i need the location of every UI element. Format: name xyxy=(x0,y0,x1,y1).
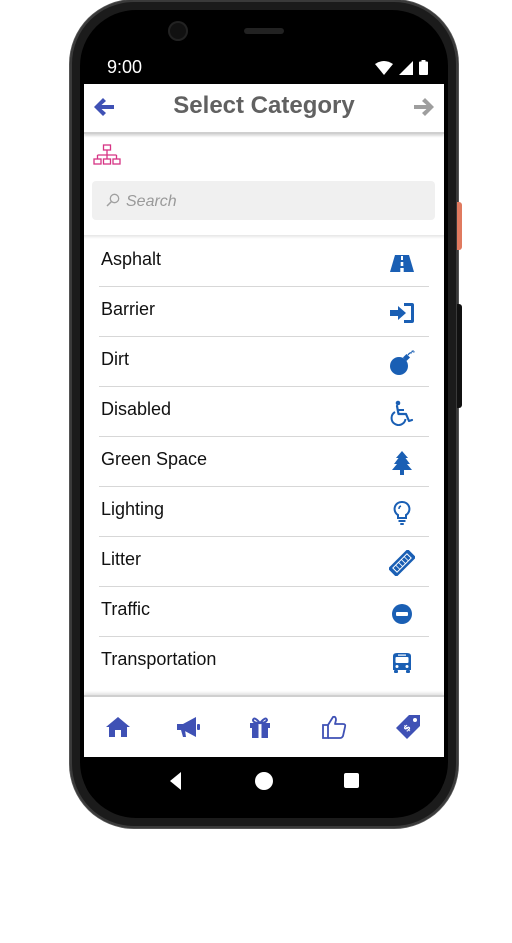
front-camera xyxy=(168,21,188,41)
status-time: 9:00 xyxy=(107,57,143,77)
bottom-tab-bar: $ xyxy=(84,695,444,759)
category-label: Transportation xyxy=(101,649,217,669)
wifi-icon xyxy=(375,60,393,75)
wheelchair-icon xyxy=(390,400,414,426)
category-label: Asphalt xyxy=(101,249,162,269)
road-icon xyxy=(390,255,414,272)
android-nav-bar xyxy=(84,757,444,806)
category-label: Disabled xyxy=(101,399,172,419)
ticket-icon xyxy=(389,550,415,576)
thumbs-up-icon[interactable] xyxy=(320,713,348,741)
category-item-asphalt[interactable]: Asphalt xyxy=(99,237,429,287)
minus-circle-icon xyxy=(392,604,412,624)
category-list: Asphalt Barrier Dirt Disabled Green Spac… xyxy=(99,237,429,686)
nav-back-icon[interactable] xyxy=(170,772,182,790)
app-content: Select Category Search Asphalt Barrier D… xyxy=(84,84,444,759)
category-item-lighting[interactable]: Lighting xyxy=(99,487,429,537)
page-title: Select Category xyxy=(173,92,355,119)
megaphone-icon[interactable] xyxy=(174,713,202,741)
power-button xyxy=(457,202,462,250)
tree-icon xyxy=(392,451,412,475)
battery-icon xyxy=(419,60,428,75)
sign-in-icon xyxy=(390,303,414,323)
nav-home-icon[interactable] xyxy=(255,772,273,790)
search-icon xyxy=(106,193,120,207)
category-item-litter[interactable]: Litter xyxy=(99,537,429,587)
category-label: Lighting xyxy=(101,499,165,519)
category-item-transportation[interactable]: Transportation xyxy=(99,637,429,686)
category-item-disabled[interactable]: Disabled xyxy=(99,387,429,437)
app-header: Select Category xyxy=(84,84,444,134)
bus-icon xyxy=(393,653,411,673)
category-item-barrier[interactable]: Barrier xyxy=(99,287,429,337)
price-tag-icon[interactable]: $ xyxy=(394,713,422,741)
category-label: Litter xyxy=(101,549,142,569)
nav-recent-apps-icon[interactable] xyxy=(344,773,359,788)
forward-arrow-icon[interactable] xyxy=(412,95,436,119)
category-item-dirt[interactable]: Dirt xyxy=(99,337,429,387)
category-label: Traffic xyxy=(101,599,151,619)
bomb-icon xyxy=(390,350,415,375)
signal-icon xyxy=(399,60,413,75)
search-input[interactable] xyxy=(124,189,428,215)
status-icons xyxy=(375,60,428,75)
status-bar: 9:00 xyxy=(84,48,444,84)
category-item-traffic[interactable]: Traffic xyxy=(99,587,429,637)
gift-icon[interactable] xyxy=(246,713,274,741)
category-item-green-space[interactable]: Green Space xyxy=(99,437,429,487)
hierarchy-icon xyxy=(93,144,121,165)
volume-button xyxy=(457,304,462,408)
home-icon[interactable] xyxy=(104,713,132,741)
search-box xyxy=(92,181,435,220)
category-label: Dirt xyxy=(101,349,129,369)
category-label: Barrier xyxy=(101,299,156,319)
category-label: Green Space xyxy=(101,449,208,469)
device-screen: 9:00 Select Category Search Asphalt Barr… xyxy=(84,48,444,806)
earpiece-speaker xyxy=(244,28,284,34)
lightbulb-icon xyxy=(393,501,411,525)
